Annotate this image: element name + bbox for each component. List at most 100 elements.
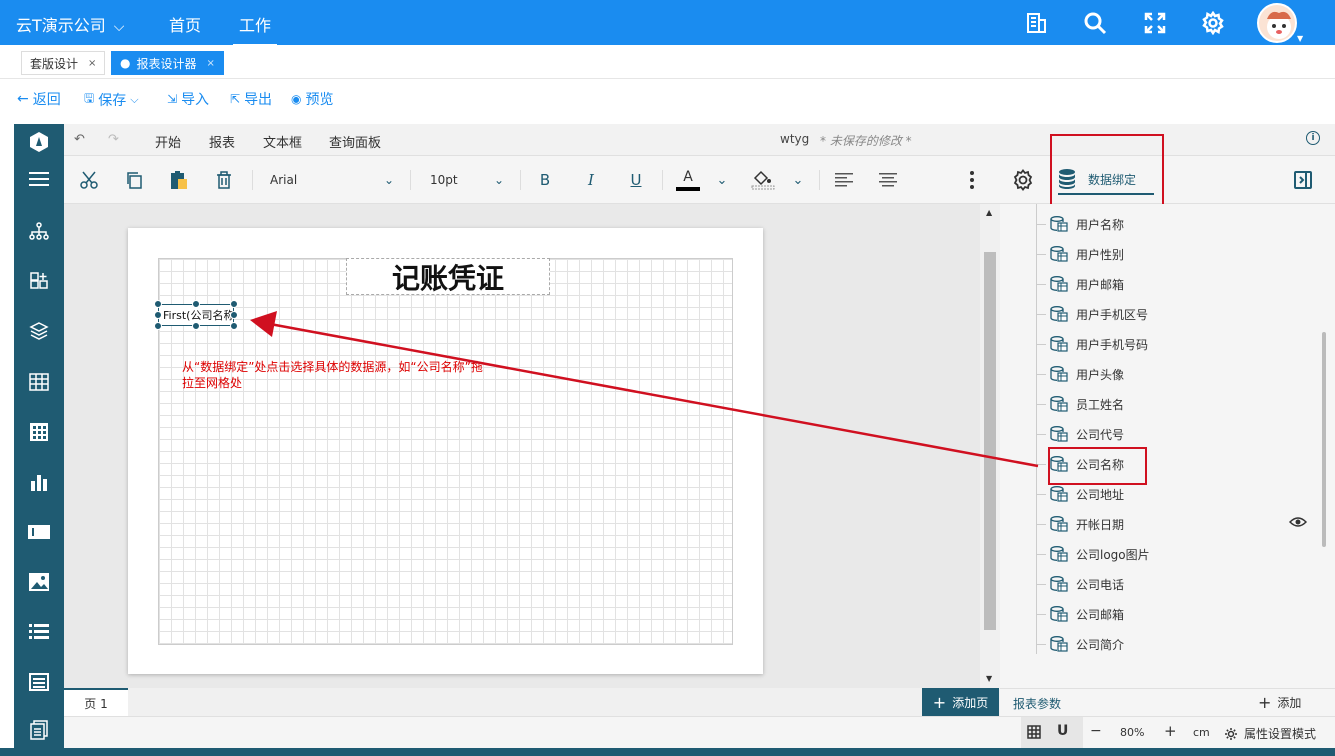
tab-label: 报表设计器: [136, 56, 197, 71]
underline-button[interactable]: U: [626, 168, 646, 192]
field-item[interactable]: 用户手机区号: [1036, 299, 1148, 329]
floppy-icon: 🖫: [84, 91, 95, 105]
scroll-down-icon[interactable]: ▼: [986, 674, 992, 683]
resize-handle[interactable]: [154, 311, 162, 319]
report-title[interactable]: 记账凭证: [346, 258, 550, 295]
company-switcher[interactable]: 云T演示公司 ⌵: [16, 12, 124, 36]
scroll-up-icon[interactable]: ▲: [986, 208, 992, 217]
resize-handle[interactable]: [230, 311, 238, 319]
chevron-down-icon[interactable]: ⌄: [790, 168, 806, 192]
hierarchy-icon[interactable]: [27, 219, 51, 243]
menu-icon[interactable]: [27, 167, 51, 191]
import-button[interactable]: ⇲ 导入: [167, 89, 209, 109]
grid-table-icon[interactable]: [27, 420, 51, 444]
fullscreen-icon[interactable]: [1142, 10, 1168, 36]
tree-connector: [1036, 614, 1046, 615]
resize-handle[interactable]: [230, 322, 238, 330]
export-icon: ⇱: [230, 92, 241, 106]
image-icon[interactable]: [27, 570, 51, 594]
building-icon[interactable]: [1023, 10, 1049, 36]
back-button[interactable]: ← 返回: [17, 89, 61, 109]
close-icon[interactable]: ×: [207, 58, 215, 69]
form-icon[interactable]: [27, 670, 51, 694]
field-item[interactable]: 公司电话: [1036, 569, 1124, 599]
bar-chart-icon[interactable]: [27, 470, 51, 494]
resize-handle[interactable]: [192, 322, 200, 330]
align-left-icon[interactable]: [833, 168, 855, 192]
design-canvas[interactable]: 记账凭证 First(公司名称) 从“数据绑定”处点击选择具体的数据源，如“公司…: [64, 204, 980, 688]
chevron-down-icon[interactable]: ⌄: [714, 168, 730, 192]
panel-toggle-icon[interactable]: [1292, 168, 1314, 192]
font-family-select[interactable]: Arial ⌄: [264, 168, 400, 192]
align-center-icon[interactable]: [877, 168, 899, 192]
italic-button[interactable]: I: [581, 168, 601, 192]
tab-template-design[interactable]: 套版设计 ×: [21, 51, 106, 75]
field-item[interactable]: 公司代号: [1036, 419, 1124, 449]
magnet-icon[interactable]: U: [1057, 723, 1068, 739]
layout-grid[interactable]: [158, 258, 733, 645]
field-item[interactable]: 用户性别: [1036, 239, 1124, 269]
tab-home[interactable]: 开始: [148, 132, 188, 160]
nav-home[interactable]: 首页: [169, 12, 201, 36]
scroll-thumb[interactable]: [984, 252, 996, 630]
page-tab[interactable]: 页 1: [64, 688, 128, 716]
save-button[interactable]: 🖫 保存 ⌵: [84, 89, 139, 110]
zoom-out-button[interactable]: −: [1090, 723, 1102, 739]
components-icon[interactable]: [27, 269, 51, 293]
tab-query-panel[interactable]: 查询面板: [329, 132, 381, 151]
field-item[interactable]: 公司logo图片: [1036, 539, 1150, 569]
resize-handle[interactable]: [154, 300, 162, 308]
tab-report-designer[interactable]: ● 报表设计器 ×: [111, 51, 224, 75]
font-size-select[interactable]: 10pt ⌄: [424, 168, 510, 192]
info-icon[interactable]: i: [1306, 131, 1320, 145]
field-item[interactable]: 用户名称: [1036, 209, 1124, 239]
export-button[interactable]: ⇱ 导出: [230, 89, 272, 109]
table-icon[interactable]: [27, 370, 51, 394]
resize-handle[interactable]: [154, 322, 162, 330]
zoom-level[interactable]: 80%: [1120, 726, 1144, 739]
add-page-button[interactable]: + 添加页: [922, 688, 999, 716]
field-item[interactable]: 用户头像: [1036, 359, 1124, 389]
property-mode-button[interactable]: 属性设置模式: [1224, 725, 1316, 742]
copy-icon[interactable]: [123, 168, 145, 192]
eye-icon[interactable]: [1288, 516, 1308, 532]
paste-icon[interactable]: [168, 168, 190, 192]
font-color-button[interactable]: A: [675, 168, 701, 192]
delete-icon[interactable]: [213, 168, 235, 192]
resize-handle[interactable]: [192, 300, 200, 308]
redo-icon[interactable]: ↷: [108, 132, 119, 147]
field-item[interactable]: 公司邮箱: [1036, 599, 1124, 629]
field-item[interactable]: 开帐日期: [1036, 509, 1124, 539]
tab-textbox[interactable]: 文本框: [263, 132, 302, 151]
field-icon: [1050, 336, 1068, 352]
field-item[interactable]: 公司简介: [1036, 629, 1124, 659]
tab-report[interactable]: 报表: [209, 132, 235, 151]
textbox-icon[interactable]: [27, 520, 51, 544]
field-item[interactable]: 用户邮箱: [1036, 269, 1124, 299]
layers-icon[interactable]: [27, 319, 51, 343]
avatar[interactable]: [1257, 3, 1297, 43]
document-stack-icon[interactable]: [27, 718, 51, 742]
unit-selector[interactable]: cm: [1193, 726, 1210, 739]
preview-button[interactable]: ◉ 预览: [291, 89, 333, 109]
field-item[interactable]: 员工姓名: [1036, 389, 1124, 419]
canvas-scrollbar[interactable]: ▲ ▼: [980, 204, 1000, 688]
grid-toggle-icon[interactable]: [1027, 725, 1041, 743]
zoom-in-button[interactable]: +: [1164, 722, 1177, 740]
search-icon[interactable]: [1082, 10, 1108, 36]
settings-icon[interactable]: [1012, 168, 1034, 192]
cut-icon[interactable]: [78, 168, 100, 192]
bold-button[interactable]: B: [535, 168, 555, 192]
fill-color-icon[interactable]: [750, 168, 776, 192]
list-icon[interactable]: [27, 620, 51, 644]
nav-work[interactable]: 工作: [232, 12, 278, 47]
panel-scrollbar[interactable]: [1322, 332, 1326, 547]
gear-icon[interactable]: [1200, 10, 1226, 36]
add-param-button[interactable]: + 添加: [1258, 693, 1301, 712]
more-vertical-icon[interactable]: [965, 168, 979, 192]
close-icon[interactable]: ×: [88, 58, 96, 69]
field-item[interactable]: 用户手机号码: [1036, 329, 1148, 359]
undo-icon[interactable]: ↶: [74, 132, 85, 147]
resize-handle[interactable]: [230, 300, 238, 308]
caret-down-icon[interactable]: ▼: [1297, 34, 1303, 43]
